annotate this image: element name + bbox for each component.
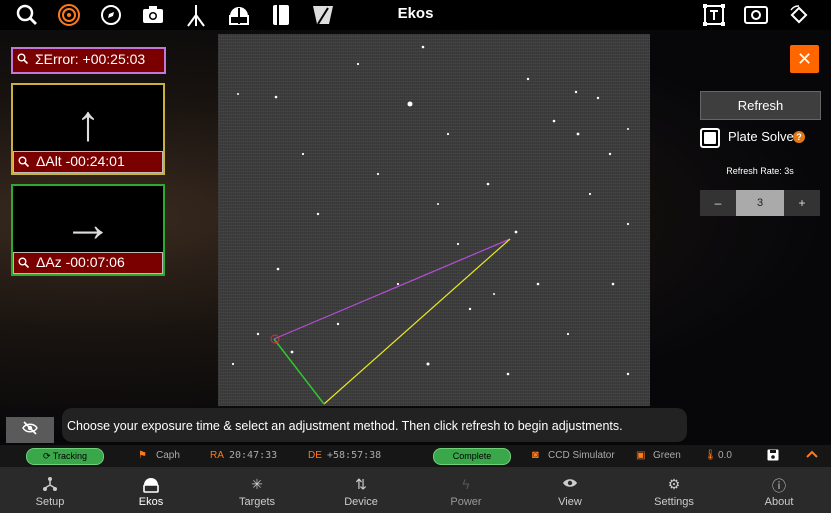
nav-setup[interactable]: Setup bbox=[0, 467, 100, 513]
nav-label: Ekos bbox=[138, 496, 164, 508]
stars bbox=[231, 45, 630, 376]
nav-label: Settings bbox=[654, 496, 694, 508]
camera-name: CCD Simulator bbox=[548, 450, 615, 461]
tracking-label: Tracking bbox=[52, 451, 88, 461]
arrow-up-icon: ↑ bbox=[75, 95, 101, 151]
device-icon: ⇅ bbox=[355, 476, 367, 492]
refresh-button[interactable]: Refresh bbox=[700, 91, 821, 120]
increment-button[interactable]: + bbox=[784, 190, 820, 216]
nav-label: Targets bbox=[238, 496, 276, 508]
settings-icon: ⚙ bbox=[667, 476, 681, 492]
bottom-navigation: Setup Ekos ✳ Targets ⇅ Device ϟ Power Vi… bbox=[0, 467, 831, 513]
ra-label: RA bbox=[210, 450, 224, 461]
ra-value: 20:47:33 bbox=[229, 450, 278, 461]
nav-label: View bbox=[558, 496, 582, 508]
azimuth-panel: → ΔAz -00:07:06 bbox=[11, 184, 165, 276]
capture-status-badge: Complete bbox=[433, 448, 511, 465]
star-field bbox=[231, 45, 630, 405]
arrow-right-icon: → bbox=[63, 196, 113, 252]
nav-ekos[interactable]: Ekos bbox=[101, 467, 201, 513]
search-icon bbox=[18, 257, 29, 268]
alignment-image[interactable] bbox=[218, 34, 650, 406]
nav-label: Setup bbox=[35, 496, 65, 508]
plate-solve-label: Plate Solve bbox=[728, 129, 794, 144]
filter-icon: ▣ bbox=[636, 450, 646, 461]
decrement-button[interactable]: – bbox=[700, 190, 736, 216]
status-bar: ⟳ Tracking ⚑ Caph RA 20:47:33 DE +58:57:… bbox=[0, 445, 831, 467]
eye-off-icon bbox=[22, 421, 38, 435]
setup-icon bbox=[0, 476, 100, 494]
save-icon[interactable] bbox=[767, 449, 779, 464]
search-icon bbox=[17, 53, 28, 64]
power-icon: ϟ bbox=[462, 476, 470, 492]
nav-device[interactable]: ⇅ Device bbox=[311, 467, 411, 513]
altitude-label-box: ΔAlt -00:24:01 bbox=[13, 151, 163, 173]
rotate-icon[interactable] bbox=[787, 3, 811, 27]
nav-targets[interactable]: ✳ Targets bbox=[207, 467, 307, 513]
ekos-icon bbox=[101, 476, 201, 494]
refresh-rate-value[interactable]: 3 bbox=[736, 190, 784, 216]
plate-solve-checkbox[interactable] bbox=[700, 128, 720, 148]
crop-icon[interactable] bbox=[702, 3, 726, 27]
camera-icon: ◙ bbox=[532, 449, 539, 461]
target-name: Caph bbox=[156, 450, 180, 461]
flag-icon: ⚑ bbox=[138, 450, 147, 461]
azimuth-line bbox=[273, 338, 325, 405]
close-button[interactable]: ✕ bbox=[790, 45, 819, 73]
altitude-error-label: ΔAlt -00:24:01 bbox=[36, 153, 125, 169]
nav-label: Power bbox=[450, 496, 482, 508]
azimuth-label-box: ΔAz -00:07:06 bbox=[13, 252, 163, 274]
view-icon bbox=[520, 476, 620, 494]
tracking-badge: ⟳ Tracking bbox=[26, 448, 104, 465]
frame-icon[interactable] bbox=[744, 3, 768, 27]
targets-icon: ✳ bbox=[251, 476, 263, 492]
hide-overlay-button[interactable] bbox=[6, 417, 54, 443]
total-error-label: ΣError: +00:25:03 bbox=[35, 51, 146, 67]
refresh-rate-label: Refresh Rate: 3s bbox=[726, 166, 794, 176]
nav-power[interactable]: ϟ Power bbox=[416, 467, 516, 513]
total-error-panel: ΣError: +00:25:03 bbox=[11, 47, 166, 74]
error-line bbox=[273, 238, 511, 340]
search-icon bbox=[18, 156, 29, 167]
filter-name: Green bbox=[653, 450, 681, 461]
de-label: DE bbox=[308, 450, 322, 461]
altitude-line bbox=[323, 238, 511, 405]
azimuth-error-label: ΔAz -00:07:06 bbox=[36, 254, 125, 270]
thermometer-icon: 🌡 bbox=[704, 450, 717, 461]
de-value: +58:57:38 bbox=[327, 450, 382, 461]
chevron-up-icon[interactable] bbox=[806, 448, 818, 462]
instruction-message: Choose your exposure time & select an ad… bbox=[62, 408, 687, 442]
nav-about[interactable]: ⓘ About bbox=[729, 467, 829, 513]
nav-label: About bbox=[764, 496, 794, 508]
top-toolbar: Ekos bbox=[0, 0, 831, 30]
about-icon: ⓘ bbox=[772, 478, 786, 494]
refresh-icon: ⟳ bbox=[42, 451, 51, 461]
help-icon[interactable]: ? bbox=[793, 131, 805, 143]
nav-settings[interactable]: ⚙ Settings bbox=[624, 467, 724, 513]
nav-view[interactable]: View bbox=[520, 467, 620, 513]
temperature-value: 0.0 bbox=[718, 450, 732, 461]
nav-label: Device bbox=[344, 496, 378, 508]
altitude-panel: ↑ ΔAlt -00:24:01 bbox=[11, 83, 165, 175]
refresh-rate-stepper: – 3 + bbox=[700, 190, 820, 216]
